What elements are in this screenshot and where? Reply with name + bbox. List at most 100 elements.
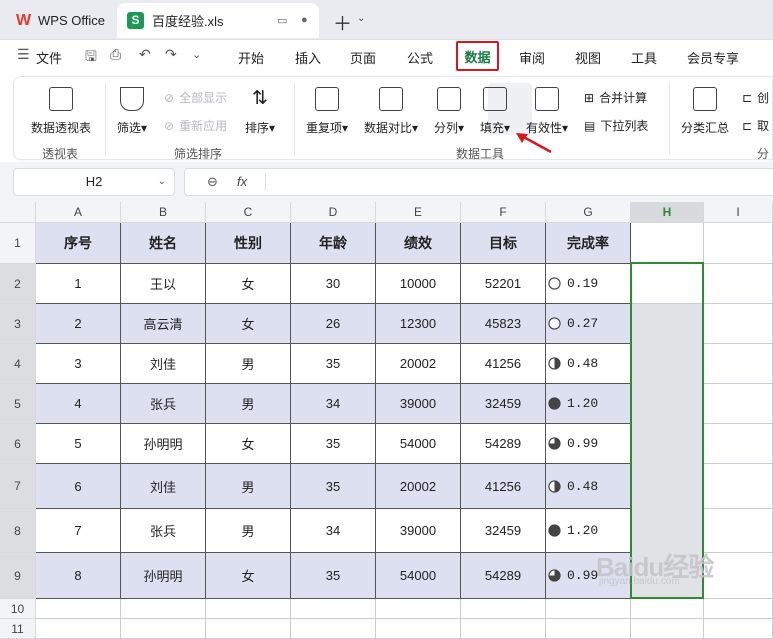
empty-cell[interactable] xyxy=(291,599,376,619)
data-cell[interactable]: 7 xyxy=(36,509,121,553)
empty-cell[interactable] xyxy=(704,599,773,619)
data-cell[interactable]: 高云清 xyxy=(121,304,206,344)
tab-formula[interactable]: 公式 xyxy=(407,48,433,67)
column-header-h[interactable]: H xyxy=(631,202,704,223)
rate-cell[interactable]: 0.48 xyxy=(546,344,631,384)
empty-cell[interactable] xyxy=(36,619,121,639)
undo-icon[interactable]: ↶ xyxy=(139,46,151,63)
monitor-icon[interactable]: ▭ xyxy=(277,14,287,27)
data-cell[interactable]: 男 xyxy=(206,384,291,424)
row-header-8[interactable]: 8 xyxy=(0,509,36,553)
chevron-down-icon[interactable]: ⌄ xyxy=(158,169,166,195)
empty-cell[interactable] xyxy=(121,619,206,639)
data-cell[interactable]: 20002 xyxy=(376,344,461,384)
redo-icon[interactable]: ↷ xyxy=(165,46,177,63)
data-cell[interactable]: 39000 xyxy=(376,384,461,424)
data-cell[interactable]: 34 xyxy=(291,384,376,424)
data-cell[interactable]: 刘佳 xyxy=(121,464,206,509)
row-header-9[interactable]: 9 xyxy=(0,553,36,599)
data-cell[interactable]: 8 xyxy=(36,553,121,599)
row-header-6[interactable]: 6 xyxy=(0,424,36,464)
data-cell[interactable]: 41256 xyxy=(461,464,546,509)
empty-cell[interactable] xyxy=(704,223,773,264)
rate-cell[interactable]: 0.19 xyxy=(546,264,631,304)
column-header-f[interactable]: F xyxy=(461,202,546,223)
menu-file[interactable]: 文件 xyxy=(36,48,62,67)
data-cell[interactable]: 52201 xyxy=(461,264,546,304)
name-box[interactable]: H2 ⌄ xyxy=(13,168,175,196)
consolidate-button[interactable]: ⊞ 合并计算 xyxy=(584,89,647,106)
data-cell[interactable]: 女 xyxy=(206,553,291,599)
more-chevron-icon[interactable]: ⌄ xyxy=(192,48,201,61)
empty-cell[interactable] xyxy=(206,599,291,619)
empty-cell[interactable] xyxy=(704,304,773,344)
dropdown-list-button[interactable]: ▤ 下拉列表 xyxy=(584,117,648,134)
data-cell[interactable]: 45823 xyxy=(461,304,546,344)
validity-button[interactable]: 有效性▾ xyxy=(526,87,568,136)
data-cell[interactable]: 10000 xyxy=(376,264,461,304)
menu-icon[interactable]: ☰ xyxy=(17,46,30,63)
column-header-a[interactable]: A xyxy=(36,202,121,223)
pivot-table-button[interactable]: 数据透视表 xyxy=(31,87,91,136)
data-cell[interactable]: 35 xyxy=(291,553,376,599)
data-cell[interactable]: 2 xyxy=(36,304,121,344)
row-header-7[interactable]: 7 xyxy=(0,464,36,509)
row-header-4[interactable]: 4 xyxy=(0,344,36,384)
empty-cell[interactable] xyxy=(704,509,773,553)
compare-button[interactable]: 数据对比▾ xyxy=(364,87,418,136)
data-cell[interactable]: 32459 xyxy=(461,509,546,553)
data-cell[interactable]: 41256 xyxy=(461,344,546,384)
empty-cell[interactable] xyxy=(291,619,376,639)
tab-insert[interactable]: 插入 xyxy=(295,48,321,67)
subtotal-button[interactable]: 分类汇总 xyxy=(681,87,729,136)
app-tab[interactable]: W WPS Office xyxy=(8,5,112,36)
data-cell[interactable]: 孙明明 xyxy=(121,424,206,464)
header-cell[interactable]: 性别 xyxy=(206,223,291,264)
data-cell[interactable]: 35 xyxy=(291,344,376,384)
create-group-button[interactable]: ⊏ 创 xyxy=(742,89,769,106)
data-cell[interactable]: 35 xyxy=(291,464,376,509)
data-cell[interactable]: 3 xyxy=(36,344,121,384)
tab-member[interactable]: 会员专享 xyxy=(687,48,739,67)
empty-cell[interactable] xyxy=(461,599,546,619)
empty-cell[interactable] xyxy=(461,619,546,639)
zoom-icon[interactable]: ⊖ xyxy=(207,174,218,190)
data-cell[interactable]: 54000 xyxy=(376,424,461,464)
tab-page[interactable]: 页面 xyxy=(350,48,376,67)
data-cell[interactable]: 39000 xyxy=(376,509,461,553)
row-header-5[interactable]: 5 xyxy=(0,384,36,424)
header-cell[interactable]: 目标 xyxy=(461,223,546,264)
data-cell[interactable]: 王以 xyxy=(121,264,206,304)
data-cell[interactable]: 32459 xyxy=(461,384,546,424)
new-tab-icon[interactable]: ＋ xyxy=(333,9,352,36)
data-cell[interactable]: 26 xyxy=(291,304,376,344)
row-header-3[interactable]: 3 xyxy=(0,304,36,344)
data-cell[interactable]: 1 xyxy=(36,264,121,304)
data-cell[interactable]: 54000 xyxy=(376,553,461,599)
column-header-e[interactable]: E xyxy=(376,202,461,223)
data-cell[interactable]: 刘佳 xyxy=(121,344,206,384)
data-cell[interactable]: 男 xyxy=(206,344,291,384)
sort-button[interactable]: ⇅ 排序▾ xyxy=(245,87,275,136)
fx-icon[interactable]: fx xyxy=(237,174,247,189)
column-header-g[interactable]: G xyxy=(546,202,631,223)
empty-cell[interactable] xyxy=(704,344,773,384)
tab-view[interactable]: 视图 xyxy=(575,48,601,67)
ungroup-button[interactable]: ⊏ 取 xyxy=(742,117,769,134)
header-cell[interactable]: 完成率 xyxy=(546,223,631,264)
data-cell[interactable]: 34 xyxy=(291,509,376,553)
close-dot-icon[interactable]: ● xyxy=(301,14,308,26)
empty-cell[interactable] xyxy=(704,464,773,509)
tab-data[interactable]: 数据 xyxy=(456,41,499,71)
header-cell[interactable]: 年龄 xyxy=(291,223,376,264)
tab-tools[interactable]: 工具 xyxy=(631,48,657,67)
chevron-down-icon[interactable]: ⌄ xyxy=(357,13,365,24)
duplicates-button[interactable]: 重复项▾ xyxy=(306,87,348,136)
rate-cell[interactable]: 1.20 xyxy=(546,384,631,424)
rate-cell[interactable]: 0.27 xyxy=(546,304,631,344)
split-column-button[interactable]: 分列▾ xyxy=(434,87,464,136)
data-cell[interactable]: 女 xyxy=(206,304,291,344)
empty-cell[interactable] xyxy=(546,619,631,639)
data-cell[interactable]: 12300 xyxy=(376,304,461,344)
empty-cell[interactable] xyxy=(376,599,461,619)
